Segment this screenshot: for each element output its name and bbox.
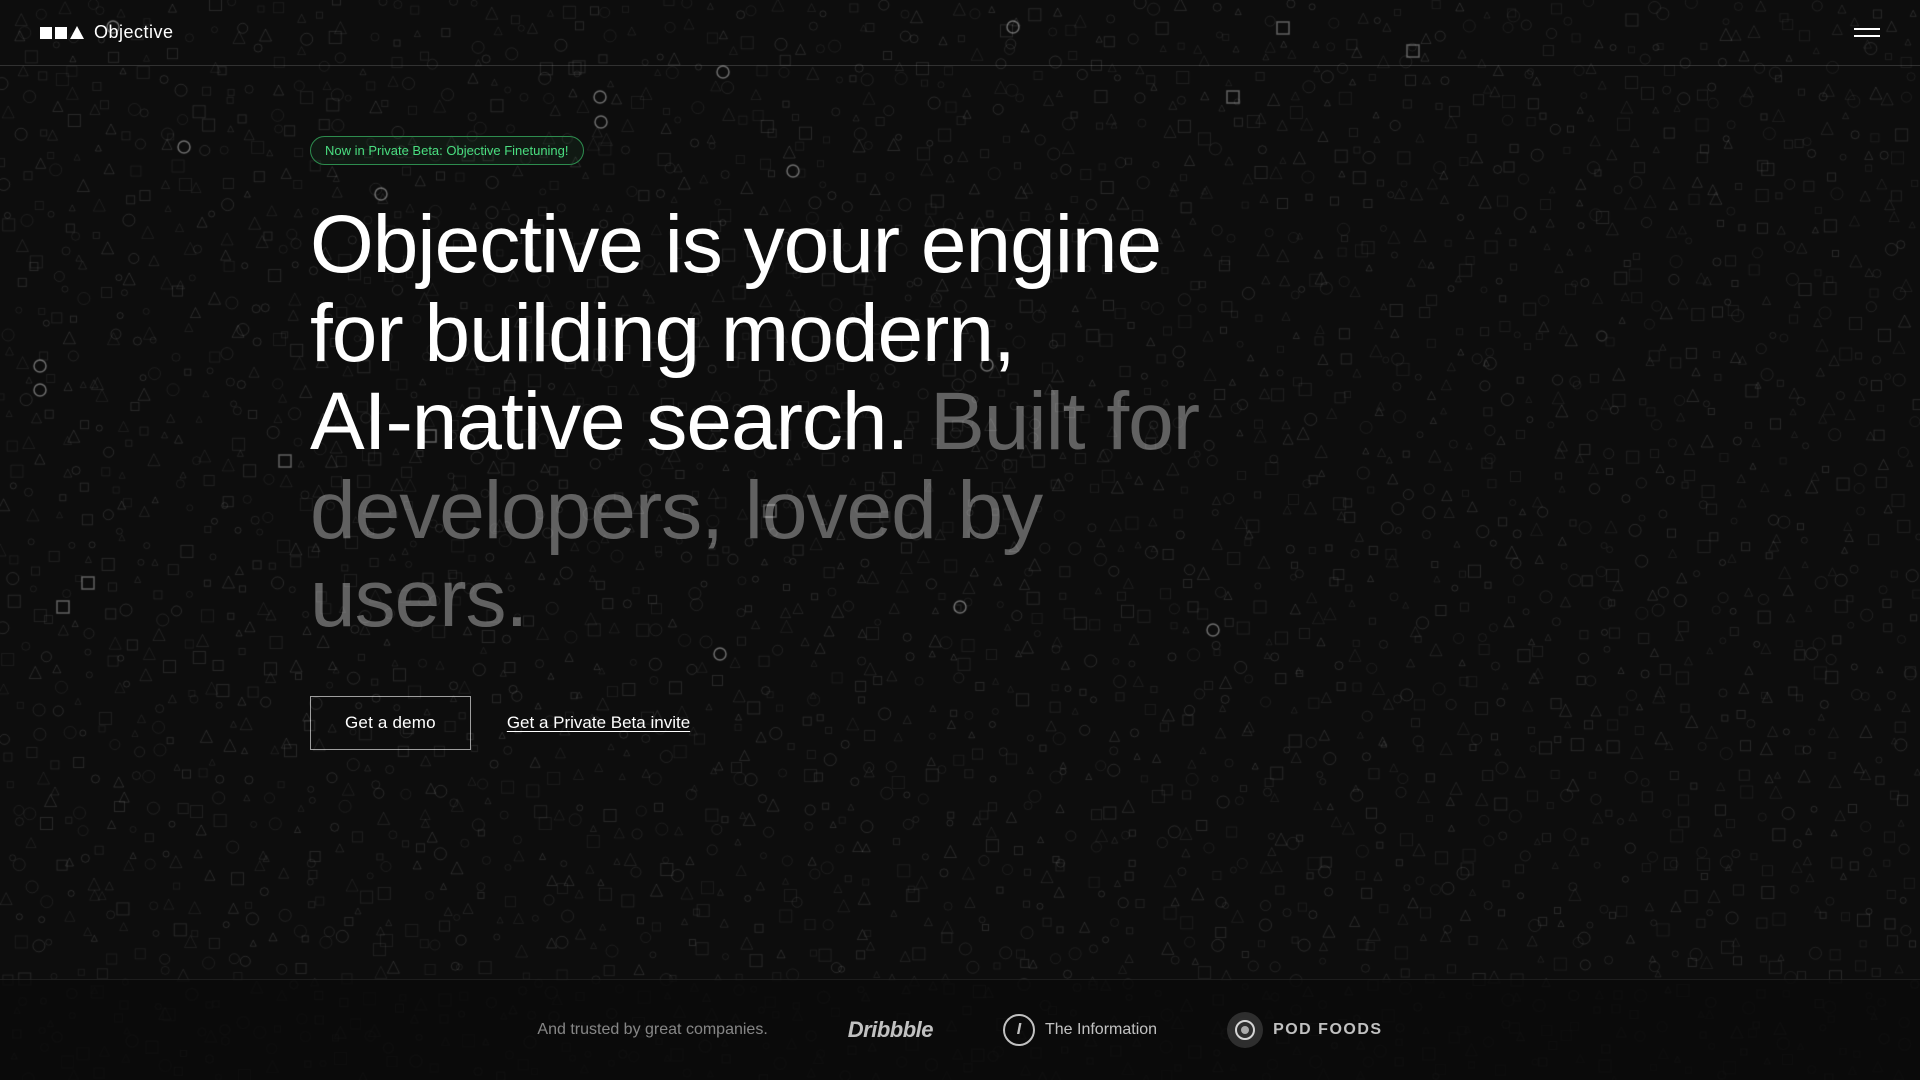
navbar: Objective — [0, 0, 1920, 66]
logo[interactable]: Objective — [40, 22, 174, 43]
trusted-section: And trusted by great companies. Dribbble… — [0, 979, 1920, 1080]
dribbble-logo: Dribbble — [848, 1017, 933, 1043]
logo-square2 — [55, 27, 67, 39]
hero-buttons: Get a demo Get a Private Beta invite — [310, 696, 1920, 750]
hamburger-line1 — [1854, 28, 1880, 30]
the-information-logo: I The Information — [1003, 1014, 1157, 1046]
trusted-label: And trusted by great companies. — [537, 1021, 767, 1039]
logo-triangle — [70, 26, 84, 39]
pod-foods-logo: POD FOODS — [1227, 1012, 1383, 1048]
hero-headline: Objective is your engine for building mo… — [310, 201, 1210, 644]
the-information-icon: I — [1003, 1014, 1035, 1046]
logo-text: Objective — [94, 22, 174, 43]
hero-section: Now in Private Beta: Objective Finetunin… — [0, 66, 1920, 750]
pod-foods-text: POD FOODS — [1273, 1021, 1383, 1039]
logo-square1 — [40, 27, 52, 39]
the-information-text: The Information — [1045, 1021, 1157, 1039]
hamburger-menu[interactable] — [1854, 28, 1880, 37]
logo-shapes — [40, 26, 84, 39]
hamburger-line2 — [1854, 35, 1880, 37]
demo-button[interactable]: Get a demo — [310, 696, 471, 750]
beta-invite-button[interactable]: Get a Private Beta invite — [507, 713, 690, 733]
pod-foods-icon — [1227, 1012, 1263, 1048]
trusted-logos: Dribbble I The Information POD FOODS — [848, 1012, 1383, 1048]
beta-badge[interactable]: Now in Private Beta: Objective Finetunin… — [310, 136, 584, 165]
